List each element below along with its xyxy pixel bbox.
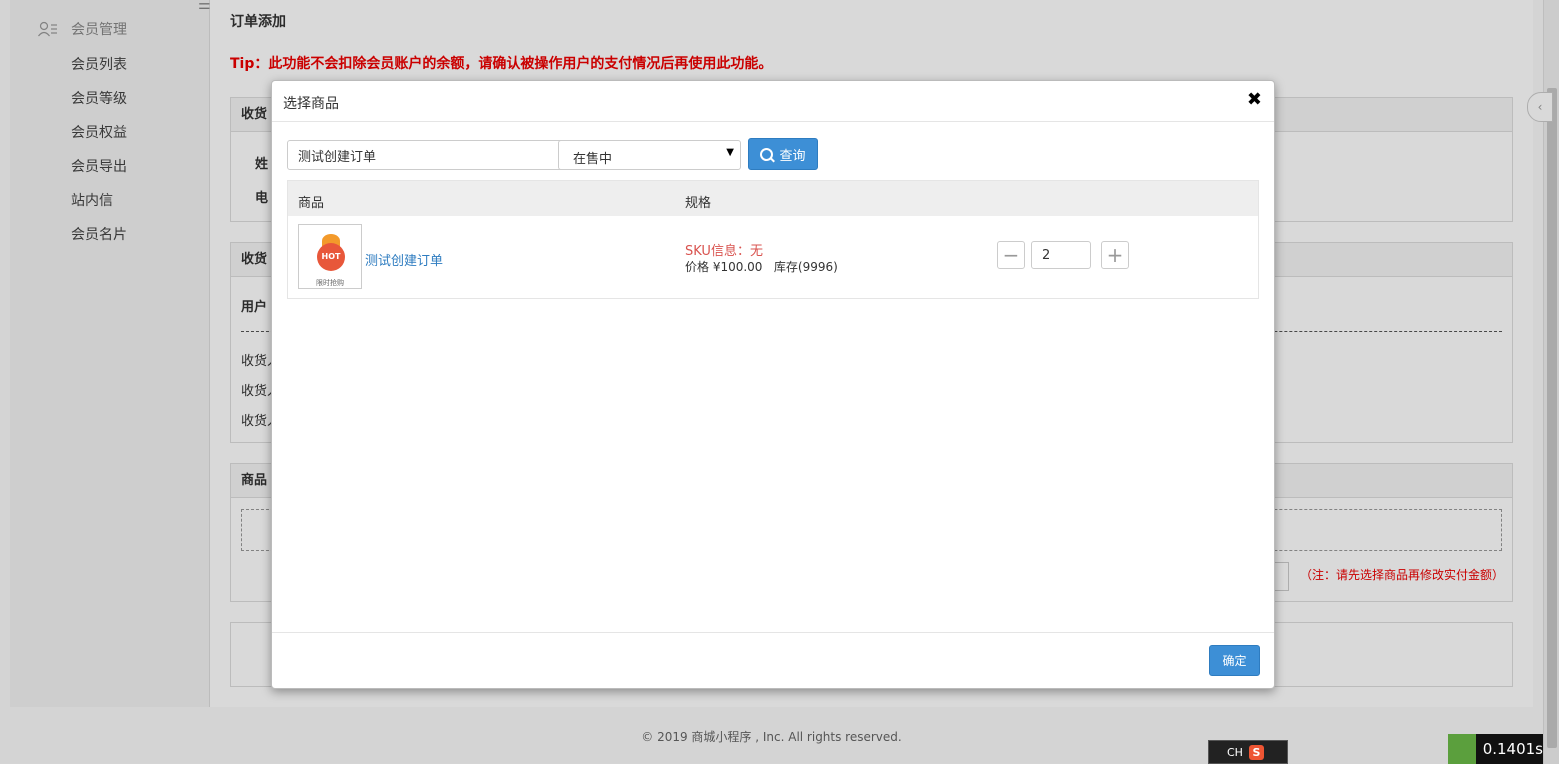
product-thumbnail[interactable]: HOT 限时抢购 bbox=[298, 224, 362, 289]
debug-logo-icon bbox=[1448, 734, 1476, 764]
product-name-link[interactable]: 测试创建订单 bbox=[365, 250, 443, 269]
sku-info: SKU信息：无 bbox=[685, 244, 763, 259]
product-search-input[interactable] bbox=[287, 140, 569, 170]
hot-badge: HOT bbox=[317, 243, 345, 271]
status-select-value: 在售中 bbox=[573, 152, 613, 167]
modal-header: 选择商品 ✖ bbox=[272, 81, 1274, 122]
select-product-modal: 选择商品 ✖ 在售中 ▼ 查询 商品 规格 HOT 限时抢购 测试创建订单 SK… bbox=[271, 80, 1275, 689]
thumbnail-caption: 限时抢购 bbox=[316, 279, 344, 287]
status-select[interactable]: 在售中 ▼ bbox=[558, 140, 741, 170]
table-row: HOT 限时抢购 测试创建订单 SKU信息：无 价格 ¥100.00 库存(99… bbox=[288, 216, 1258, 298]
ime-language: CH bbox=[1227, 745, 1243, 759]
query-button[interactable]: 查询 bbox=[748, 138, 818, 170]
quantity-input[interactable] bbox=[1031, 241, 1091, 269]
column-header-product: 商品 bbox=[298, 196, 325, 211]
query-button-label: 查询 bbox=[779, 148, 806, 164]
search-icon bbox=[760, 147, 774, 161]
price-stock: 价格 ¥100.00 库存(9996) bbox=[685, 260, 838, 274]
column-header-spec: 规格 bbox=[685, 196, 712, 211]
confirm-button[interactable]: 确定 bbox=[1209, 645, 1260, 676]
sogou-icon: S bbox=[1248, 744, 1264, 760]
increase-quantity-button[interactable]: + bbox=[1101, 241, 1129, 269]
modal-title: 选择商品 bbox=[283, 96, 339, 112]
close-icon[interactable]: ✖ bbox=[1247, 89, 1262, 110]
table-header: 商品 规格 bbox=[288, 181, 1258, 216]
decrease-quantity-button[interactable]: − bbox=[997, 241, 1025, 269]
timer-value: 0.1401s bbox=[1482, 740, 1543, 758]
modal-footer: 确定 bbox=[272, 632, 1274, 689]
chevron-down-icon: ▼ bbox=[726, 147, 734, 158]
ime-indicator[interactable]: CH S bbox=[1208, 740, 1288, 764]
product-table: 商品 规格 HOT 限时抢购 测试创建订单 SKU信息：无 价格 ¥100.00… bbox=[287, 180, 1259, 299]
debug-timer: 0.1401s bbox=[1448, 734, 1543, 764]
